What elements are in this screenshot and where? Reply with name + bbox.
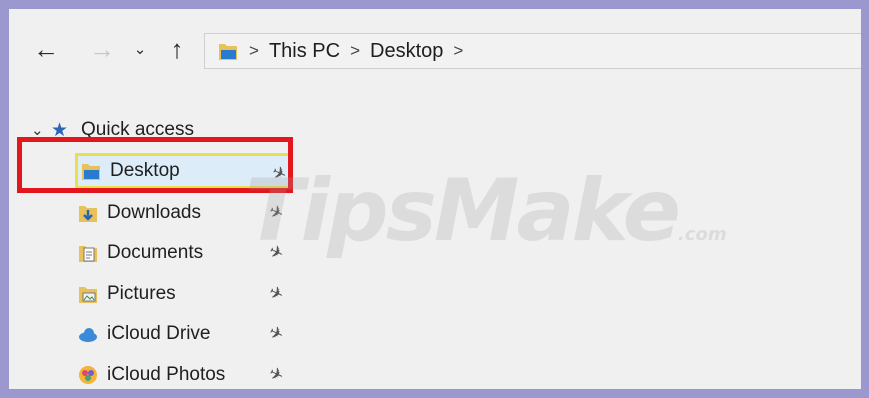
breadcrumb-separator[interactable]: >	[350, 41, 360, 61]
breadcrumb-desktop[interactable]: Desktop	[370, 40, 443, 63]
arrow-up-icon: ↑	[170, 33, 184, 64]
breadcrumb-separator[interactable]: >	[453, 41, 463, 61]
documents-folder-icon	[77, 242, 107, 264]
pin-icon[interactable]: ✈	[265, 363, 287, 387]
breadcrumb-this-pc[interactable]: This PC	[269, 40, 340, 63]
watermark: TipsMake.com	[245, 161, 727, 261]
pin-icon[interactable]: ✈	[265, 322, 287, 346]
sidebar-item-label: Pictures	[107, 283, 176, 304]
address-bar[interactable]: > This PC > Desktop >	[204, 33, 861, 69]
pin-icon[interactable]: ✈	[265, 282, 287, 306]
forward-button[interactable]: →	[87, 34, 117, 64]
sidebar-item-icloud-photos[interactable]: iCloud Photos ✈	[75, 357, 287, 389]
sidebar-item-label: Documents	[107, 242, 204, 263]
desktop-highlight-box	[17, 137, 293, 193]
navigation-bar: ← → ⌄ ↑ > This PC > Desktop >	[9, 9, 861, 79]
sidebar-item-pictures[interactable]: Pictures ✈	[75, 276, 287, 312]
icloud-photos-icon	[77, 364, 107, 386]
downloads-folder-icon	[77, 202, 107, 224]
breadcrumb-separator: >	[249, 41, 259, 60]
file-explorer-window: ← → ⌄ ↑ > This PC > Desktop > ⌄ ★ Quick …	[9, 9, 861, 389]
desktop-folder-icon	[217, 40, 239, 62]
sidebar-item-downloads[interactable]: Downloads ✈	[75, 195, 287, 231]
sidebar-item-label: Downloads	[107, 202, 201, 223]
arrow-left-icon: ←	[33, 33, 59, 64]
back-button[interactable]: ←	[31, 34, 61, 64]
sidebar-item-documents[interactable]: Documents ✈	[75, 235, 287, 271]
pictures-folder-icon	[77, 283, 107, 305]
up-button[interactable]: ↑	[165, 34, 189, 64]
icloud-drive-icon	[77, 323, 107, 345]
sidebar-item-label: iCloud Drive	[107, 323, 211, 344]
arrow-right-icon: →	[89, 33, 115, 64]
recent-locations-button[interactable]: ⌄	[131, 37, 149, 61]
pin-icon[interactable]: ✈	[265, 241, 287, 265]
sidebar-item-label: iCloud Photos	[107, 364, 226, 385]
chevron-down-icon: ⌄	[133, 41, 147, 58]
sidebar-item-icloud-drive[interactable]: iCloud Drive ✈	[75, 316, 287, 352]
pin-icon[interactable]: ✈	[265, 201, 287, 225]
